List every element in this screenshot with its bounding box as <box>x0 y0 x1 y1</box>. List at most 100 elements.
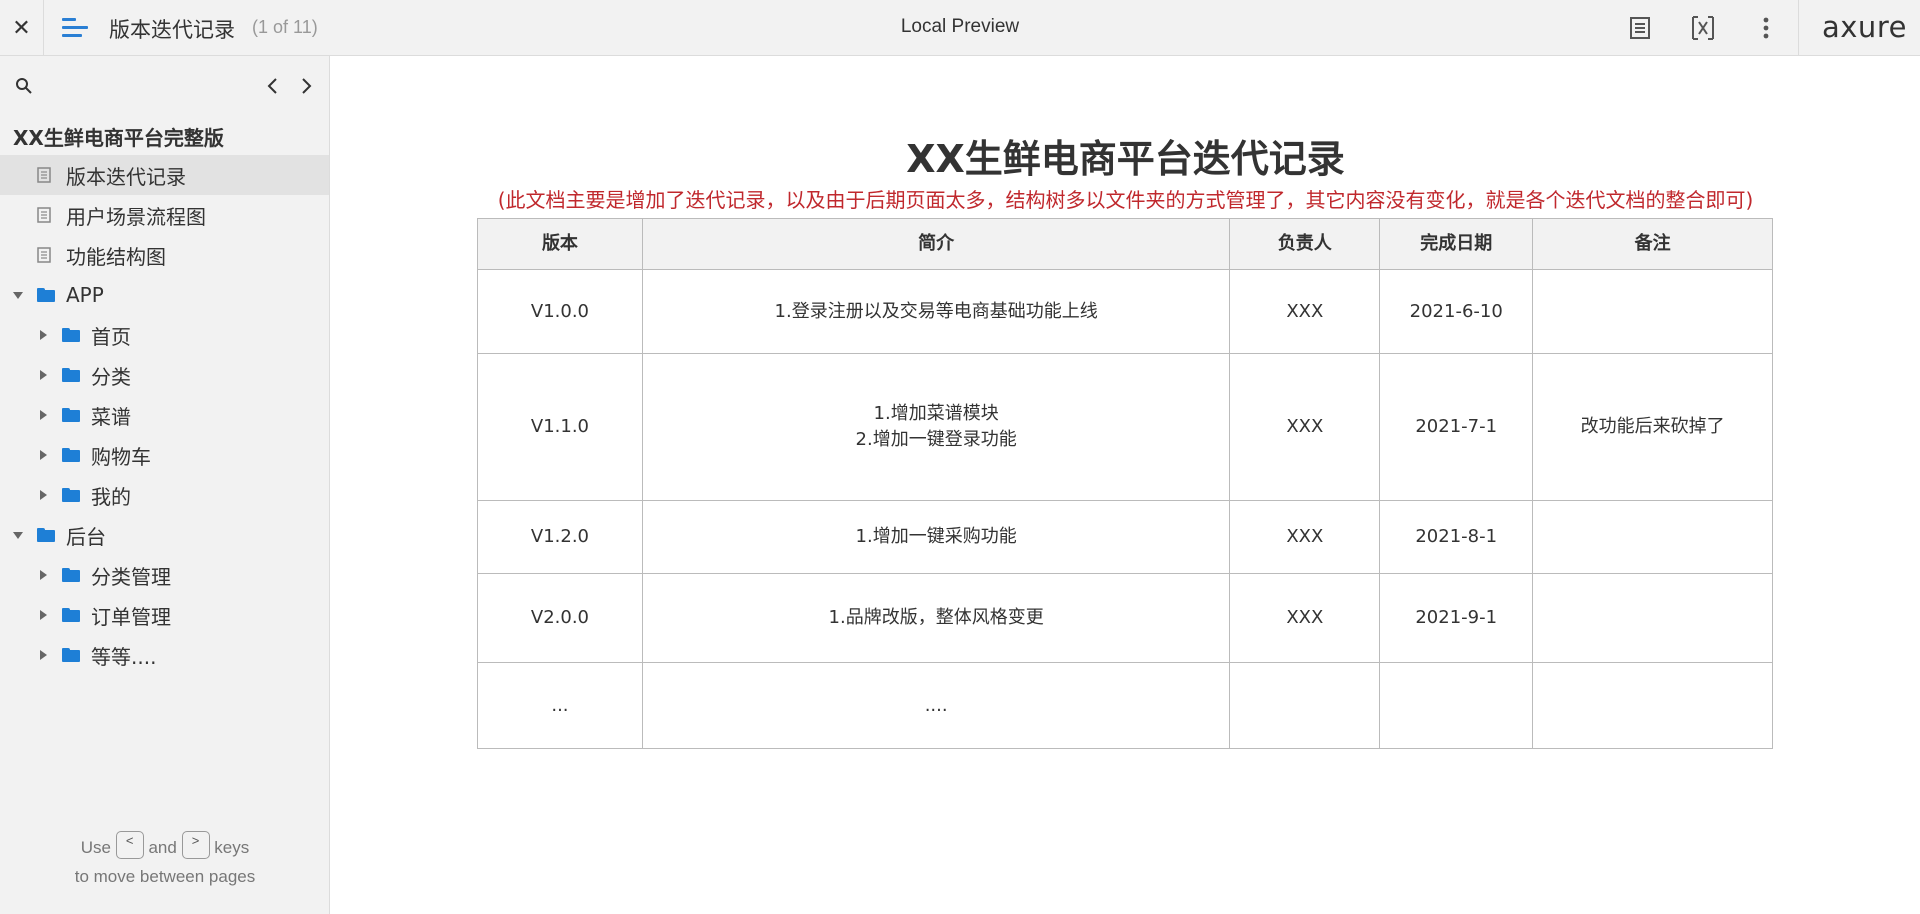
hint-keys: keys <box>214 838 250 857</box>
folder-icon <box>37 528 55 542</box>
header-version: 版本 <box>477 218 643 270</box>
sitemap-item-label: 我的 <box>91 484 131 509</box>
cell-version: V1.2.0 <box>477 500 643 574</box>
collapse-arrow-icon[interactable] <box>40 370 47 380</box>
collapse-arrow-icon[interactable] <box>40 450 47 460</box>
sitemap-item-label: 等等.... <box>91 644 157 669</box>
cell-version: ... <box>477 662 643 749</box>
table-row: ... .... <box>477 662 1773 749</box>
sitemap-item-function-structure[interactable]: 功能结构图 <box>0 235 329 275</box>
search-icon[interactable] <box>14 76 34 96</box>
next-key-icon: > <box>181 830 210 859</box>
page-title: 版本迭代记录 <box>109 18 235 42</box>
table-header-row: 版本 简介 负责人 完成日期 备注 <box>477 218 1773 270</box>
iteration-table: 版本 简介 负责人 完成日期 备注 V1.0.0 1.登录注册以及交易等电商基础… <box>477 218 1773 749</box>
page-icon <box>37 207 51 223</box>
folder-icon <box>62 568 80 582</box>
collapse-arrow-icon[interactable] <box>40 490 47 500</box>
sitemap-item-label: 购物车 <box>91 444 151 469</box>
cell-date: 2021-7-1 <box>1379 353 1534 501</box>
page-icon <box>37 167 51 183</box>
cell-note <box>1532 269 1773 354</box>
collapse-arrow-icon[interactable] <box>40 570 47 580</box>
cell-note: 改功能后来砍掉了 <box>1532 353 1773 501</box>
sitemap-item-user-scenario[interactable]: 用户场景流程图 <box>0 195 329 235</box>
cell-version: V1.1.0 <box>477 353 643 501</box>
sitemap-item-label: APP <box>66 283 104 307</box>
cell-date <box>1379 662 1534 749</box>
cell-version: V1.0.0 <box>477 269 643 354</box>
sitemap-item-label: 版本迭代记录 <box>66 164 186 189</box>
sitemap-folder-mine[interactable]: 我的 <box>0 475 329 515</box>
cell-date: 2021-6-10 <box>1379 269 1534 354</box>
more-icon[interactable] <box>1752 14 1780 42</box>
next-page-icon[interactable] <box>295 72 319 100</box>
sitemap-item-label: 分类 <box>91 364 131 389</box>
keyboard-hint: Use < and > keys to move between pages <box>0 830 330 891</box>
folder-icon <box>62 608 80 622</box>
sitemap-folder-order-manage[interactable]: 订单管理 <box>0 595 329 635</box>
expand-arrow-icon[interactable] <box>13 532 23 539</box>
axure-logo: axure <box>1822 10 1907 44</box>
variables-icon[interactable] <box>1689 14 1717 42</box>
folder-icon <box>62 648 80 662</box>
sitemap-folder-app[interactable]: APP <box>0 275 329 315</box>
collapse-arrow-icon[interactable] <box>40 330 47 340</box>
sitemap-item-label: 分类管理 <box>91 564 171 589</box>
cell-summary: .... <box>641 662 1231 749</box>
cell-summary: 1.品牌改版，整体风格变更 <box>641 573 1231 663</box>
cell-owner: XXX <box>1229 573 1381 663</box>
sitemap-sidebar: XX生鲜电商平台完整版 版本迭代记录 用户场景流程图 功能结构图 APP 首页 … <box>0 56 330 914</box>
page-count: (1 of 11) <box>252 17 318 37</box>
table-row: V2.0.0 1.品牌改版，整体风格变更 XXX 2021-9-1 <box>477 573 1773 663</box>
sitemap-folder-recipe[interactable]: 菜谱 <box>0 395 329 435</box>
sitemap-item-version-log[interactable]: 版本迭代记录 <box>0 155 329 195</box>
cell-summary: 1.登录注册以及交易等电商基础功能上线 <box>641 269 1231 354</box>
sitemap-item-label: 功能结构图 <box>66 244 166 269</box>
collapse-arrow-icon[interactable] <box>40 650 47 660</box>
sitemap-item-label: 首页 <box>91 324 131 349</box>
document-subtitle: (此文档主要是增加了迭代记录，以及由于后期页面太多，结构树多以文件夹的方式管理了… <box>497 188 1754 212</box>
previous-page-icon[interactable] <box>260 72 284 100</box>
hint-line2: to move between pages <box>74 866 256 886</box>
close-icon[interactable]: ✕ <box>0 0 44 56</box>
cell-note <box>1532 500 1773 574</box>
page-canvas: XX生鲜电商平台迭代记录 (此文档主要是增加了迭代记录，以及由于后期页面太多，结… <box>331 56 1920 914</box>
preview-label: Local Preview <box>900 16 1020 37</box>
cell-owner: XXX <box>1229 500 1381 574</box>
table-row: V1.1.0 1.增加菜谱模块 2.增加一键登录功能 XXX 2021-7-1 … <box>477 353 1773 501</box>
header-summary: 简介 <box>641 218 1231 270</box>
sitemap-folder-cart[interactable]: 购物车 <box>0 435 329 475</box>
document-title: XX生鲜电商平台迭代记录 <box>906 137 1345 181</box>
sitemap-item-label: 用户场景流程图 <box>66 204 206 229</box>
table-row: V1.2.0 1.增加一键采购功能 XXX 2021-8-1 <box>477 500 1773 574</box>
hint-use: Use <box>80 838 111 857</box>
expand-arrow-icon[interactable] <box>13 292 23 299</box>
header-note: 备注 <box>1532 218 1773 270</box>
folder-icon <box>37 288 55 302</box>
cell-owner: XXX <box>1229 269 1381 354</box>
top-bar: ✕ 版本迭代记录 (1 of 11) Local Preview axure <box>0 0 1920 56</box>
sitemap-folder-category[interactable]: 分类 <box>0 355 329 395</box>
summary-line: 1.增加菜谱模块 <box>873 403 999 424</box>
header-owner: 负责人 <box>1229 218 1381 270</box>
cell-owner <box>1229 662 1381 749</box>
cell-summary: 1.增加一键采购功能 <box>641 500 1231 574</box>
sitemap-folder-category-manage[interactable]: 分类管理 <box>0 555 329 595</box>
cell-note <box>1532 573 1773 663</box>
sitemap-folder-home[interactable]: 首页 <box>0 315 329 355</box>
hint-and: and <box>148 838 177 857</box>
collapse-arrow-icon[interactable] <box>40 410 47 420</box>
notes-icon[interactable] <box>1626 14 1654 42</box>
table-row: V1.0.0 1.登录注册以及交易等电商基础功能上线 XXX 2021-6-10 <box>477 269 1773 354</box>
cell-summary: 1.增加菜谱模块 2.增加一键登录功能 <box>641 353 1231 501</box>
page-icon <box>37 247 51 263</box>
folder-icon <box>62 488 80 502</box>
sitemap-folder-backend[interactable]: 后台 <box>0 515 329 555</box>
folder-icon <box>62 448 80 462</box>
cell-date: 2021-9-1 <box>1379 573 1534 663</box>
sitemap-folder-etc[interactable]: 等等.... <box>0 635 329 675</box>
collapse-arrow-icon[interactable] <box>40 610 47 620</box>
menu-icon[interactable] <box>62 16 88 40</box>
sitemap-item-label: 菜谱 <box>91 404 131 429</box>
